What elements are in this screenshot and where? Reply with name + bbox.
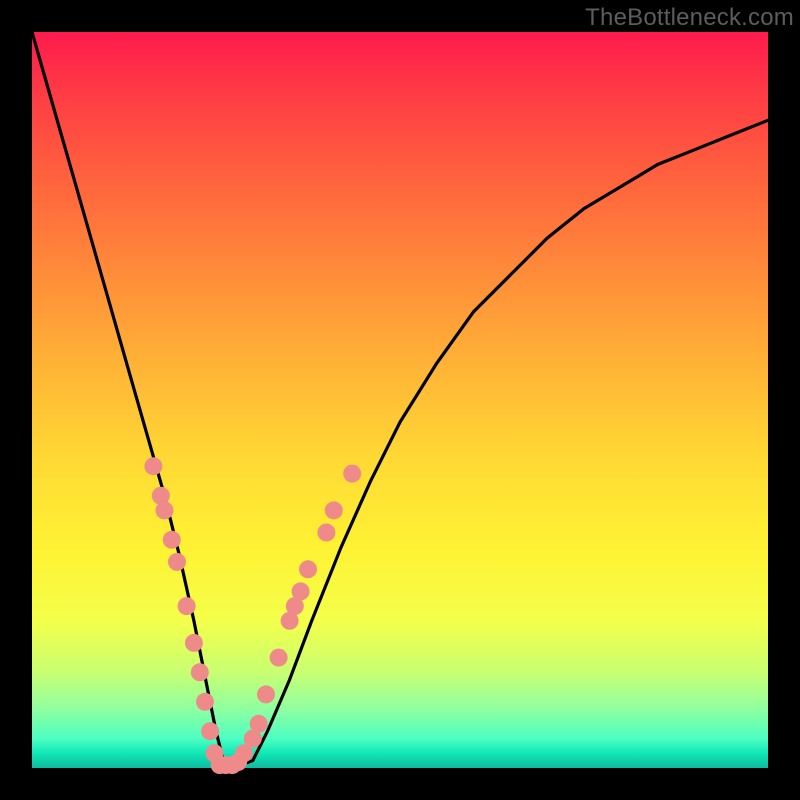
- marker-dot: [325, 501, 343, 519]
- marker-dot: [196, 693, 214, 711]
- marker-dot: [270, 649, 288, 667]
- bottleneck-curve: [32, 32, 768, 766]
- marker-dot: [201, 722, 219, 740]
- marker-dot: [250, 715, 268, 733]
- marker-dot: [191, 663, 209, 681]
- marker-dot: [292, 582, 310, 600]
- plot-area: [32, 32, 768, 768]
- watermark-label: TheBottleneck.com: [585, 4, 794, 32]
- marker-dot: [168, 553, 186, 571]
- marker-dot: [299, 560, 317, 578]
- marker-dot: [185, 634, 203, 652]
- marker-dot: [178, 597, 196, 615]
- marker-dot: [343, 465, 361, 483]
- marker-dot: [144, 457, 162, 475]
- marker-group: [144, 457, 361, 774]
- marker-dot: [257, 685, 275, 703]
- marker-dot: [317, 524, 335, 542]
- chart-frame: TheBottleneck.com: [0, 0, 800, 800]
- marker-dot: [163, 531, 181, 549]
- marker-dot: [156, 501, 174, 519]
- curve-svg: [32, 32, 768, 768]
